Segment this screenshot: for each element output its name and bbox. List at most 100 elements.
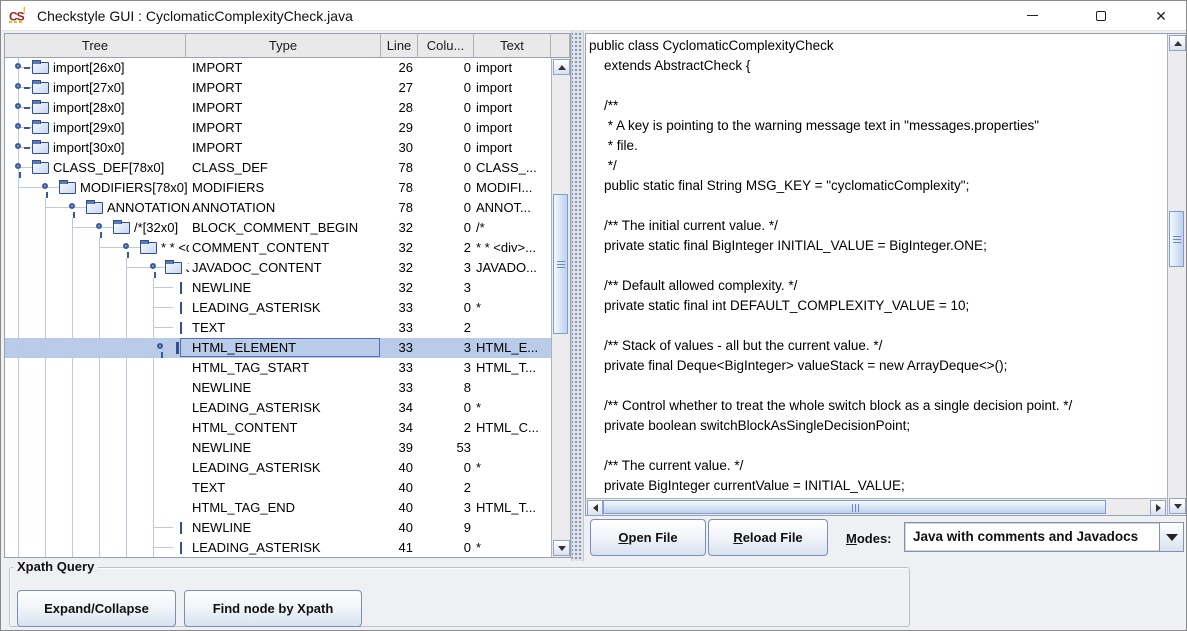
combobox-dropdown-button[interactable] (1159, 523, 1183, 551)
column-header-tree[interactable]: Tree (5, 34, 186, 58)
tree-guide-line (18, 518, 19, 538)
tree-row-javadoc_content[interactable]: JAVADOC_CONTENT[32x3]JAVADOC_CONTENT323J… (5, 258, 551, 278)
reload-file-button[interactable]: Reload File (708, 519, 828, 556)
tree-row-text[interactable]: TEXT332 (5, 318, 551, 338)
column-header-text[interactable]: Text (474, 34, 551, 58)
tree-row-import[interactable]: import[30x0]IMPORT300import (5, 138, 551, 158)
tree-cell: MODIFIERS[78x0] (5, 178, 189, 198)
tree-row-html_element[interactable]: HTML_ELEMENT333HTML_E... (5, 338, 551, 358)
text-cell: MODIFI... (474, 178, 551, 198)
tree-guide-line (45, 218, 46, 238)
tree-row-import[interactable]: import[29x0]IMPORT290import (5, 118, 551, 138)
tree-scrollbar-thumb[interactable] (553, 194, 568, 334)
tree-cell (5, 518, 189, 538)
tree-guide-line (153, 498, 154, 518)
column-cell: 0 (418, 398, 474, 418)
column-header-scroll[interactable] (551, 34, 570, 58)
text-cell: /* (474, 218, 551, 238)
tree-row-leading_asterisk[interactable]: LEADING_ASTERISK410* (5, 538, 551, 557)
tree-row-class_def[interactable]: CLASS_DEF[78x0]CLASS_DEF780CLASS_... (5, 158, 551, 178)
tree-row-newline[interactable]: NEWLINE338 (5, 378, 551, 398)
open-file-button[interactable]: Open File (590, 519, 706, 556)
code-line (589, 196, 1167, 216)
up-triangle-icon (558, 65, 566, 70)
tree-guide-line (72, 338, 73, 358)
tree-guide-line (45, 498, 46, 518)
tree-row-html_content[interactable]: HTML_CONTENT342HTML_C... (5, 418, 551, 438)
tree-guide-line (99, 458, 100, 478)
tree-row-leading_asterisk[interactable]: LEADING_ASTERISK340* (5, 398, 551, 418)
tree-row-import[interactable]: import[26x0]IMPORT260import (5, 58, 551, 78)
code-line: extends AbstractCheck { (589, 56, 1167, 76)
tree-row-annotation[interactable]: ANNOTATION[78x0]ANNOTATION780ANNOT... (5, 198, 551, 218)
modes-combobox[interactable]: Java with comments and Javadocs (904, 522, 1184, 552)
tree-connector (72, 227, 113, 228)
tree-guide-line (45, 538, 46, 557)
tree-row-leading_asterisk[interactable]: LEADING_ASTERISK330* (5, 298, 551, 318)
line-cell: 78 (381, 158, 418, 178)
expand-handle-icon[interactable] (15, 103, 21, 109)
tree-row-import[interactable]: import[27x0]IMPORT270import (5, 78, 551, 98)
text-cell: import (474, 118, 551, 138)
collapse-handle-icon[interactable] (150, 263, 156, 269)
splitpane-divider[interactable] (571, 31, 584, 561)
scroll-down-arrow[interactable] (1169, 498, 1186, 514)
line-cell: 32 (381, 258, 418, 278)
column-cell: 0 (418, 538, 474, 557)
tree-row-modifiers[interactable]: MODIFIERS[78x0]MODIFIERS780MODIFI... (5, 178, 551, 198)
scroll-up-arrow[interactable] (553, 59, 570, 75)
tree-row-newline[interactable]: NEWLINE323 (5, 278, 551, 298)
tree-row-newline[interactable]: NEWLINE3953 (5, 438, 551, 458)
expand-handle-icon[interactable] (15, 123, 21, 129)
scroll-up-arrow[interactable] (1169, 35, 1186, 51)
close-button[interactable]: ✕ (1138, 1, 1184, 30)
column-cell: 3 (418, 358, 474, 378)
type-cell: MODIFIERS (186, 178, 381, 198)
text-cell (474, 318, 551, 338)
maximize-button[interactable] (1078, 1, 1124, 30)
line-cell: 40 (381, 478, 418, 498)
tree-row-block_comment_begin[interactable]: /*[32x0]BLOCK_COMMENT_BEGIN320/* (5, 218, 551, 238)
tree-guide-line (126, 318, 127, 338)
collapse-handle-icon[interactable] (42, 183, 48, 189)
scroll-down-arrow[interactable] (553, 540, 570, 556)
scroll-left-arrow[interactable] (587, 500, 603, 516)
tree-row-html_tag_end[interactable]: HTML_TAG_END403HTML_T... (5, 498, 551, 518)
scroll-right-arrow[interactable] (1150, 500, 1166, 516)
collapse-handle-icon[interactable] (69, 203, 75, 209)
tree-row-newline[interactable]: NEWLINE409 (5, 518, 551, 538)
source-code-textarea[interactable]: public class CyclomaticComplexityCheck e… (586, 34, 1167, 498)
clipped-node-icon (176, 342, 179, 354)
tree-node-label: import[26x0] (53, 60, 125, 75)
folder-icon (32, 142, 49, 154)
collapse-handle-icon[interactable] (96, 223, 102, 229)
code-hscrollbar-thumb[interactable] (603, 500, 1106, 514)
expand-collapse-button[interactable]: Expand/Collapse (17, 590, 176, 627)
tree-guide-line (72, 518, 73, 538)
tree-row-comment_content[interactable]: * * <div>COMMENT_CONTENT322* * <div>... (5, 238, 551, 258)
expand-handle-icon[interactable] (15, 63, 21, 69)
collapse-handle-icon[interactable] (123, 243, 129, 249)
folder-icon (32, 62, 49, 74)
tree-row-import[interactable]: import[28x0]IMPORT280import (5, 98, 551, 118)
collapse-handle-icon[interactable] (15, 163, 21, 169)
tree-row-html_tag_start[interactable]: HTML_TAG_START333HTML_T... (5, 358, 551, 378)
column-cell: 0 (418, 298, 474, 318)
expand-handle-icon[interactable] (15, 83, 21, 89)
line-cell: 78 (381, 178, 418, 198)
minimize-button[interactable] (1009, 1, 1055, 30)
code-vscrollbar-thumb[interactable] (1169, 211, 1184, 267)
code-line: /** (589, 96, 1167, 116)
collapse-handle-icon[interactable] (157, 343, 163, 349)
tree-row-leading_asterisk[interactable]: LEADING_ASTERISK400* (5, 458, 551, 478)
folder-icon (32, 82, 49, 94)
type-cell: CLASS_DEF (186, 158, 381, 178)
expand-handle-icon[interactable] (15, 143, 21, 149)
column-header-colu[interactable]: Colu... (418, 34, 474, 58)
tree-guide-line (45, 258, 46, 278)
tree-row-text[interactable]: TEXT402 (5, 478, 551, 498)
down-triangle-icon (1174, 504, 1182, 509)
find-node-by-xpath-button[interactable]: Find node by Xpath (184, 590, 362, 627)
column-header-type[interactable]: Type (186, 34, 381, 58)
column-header-line[interactable]: Line (381, 34, 418, 58)
